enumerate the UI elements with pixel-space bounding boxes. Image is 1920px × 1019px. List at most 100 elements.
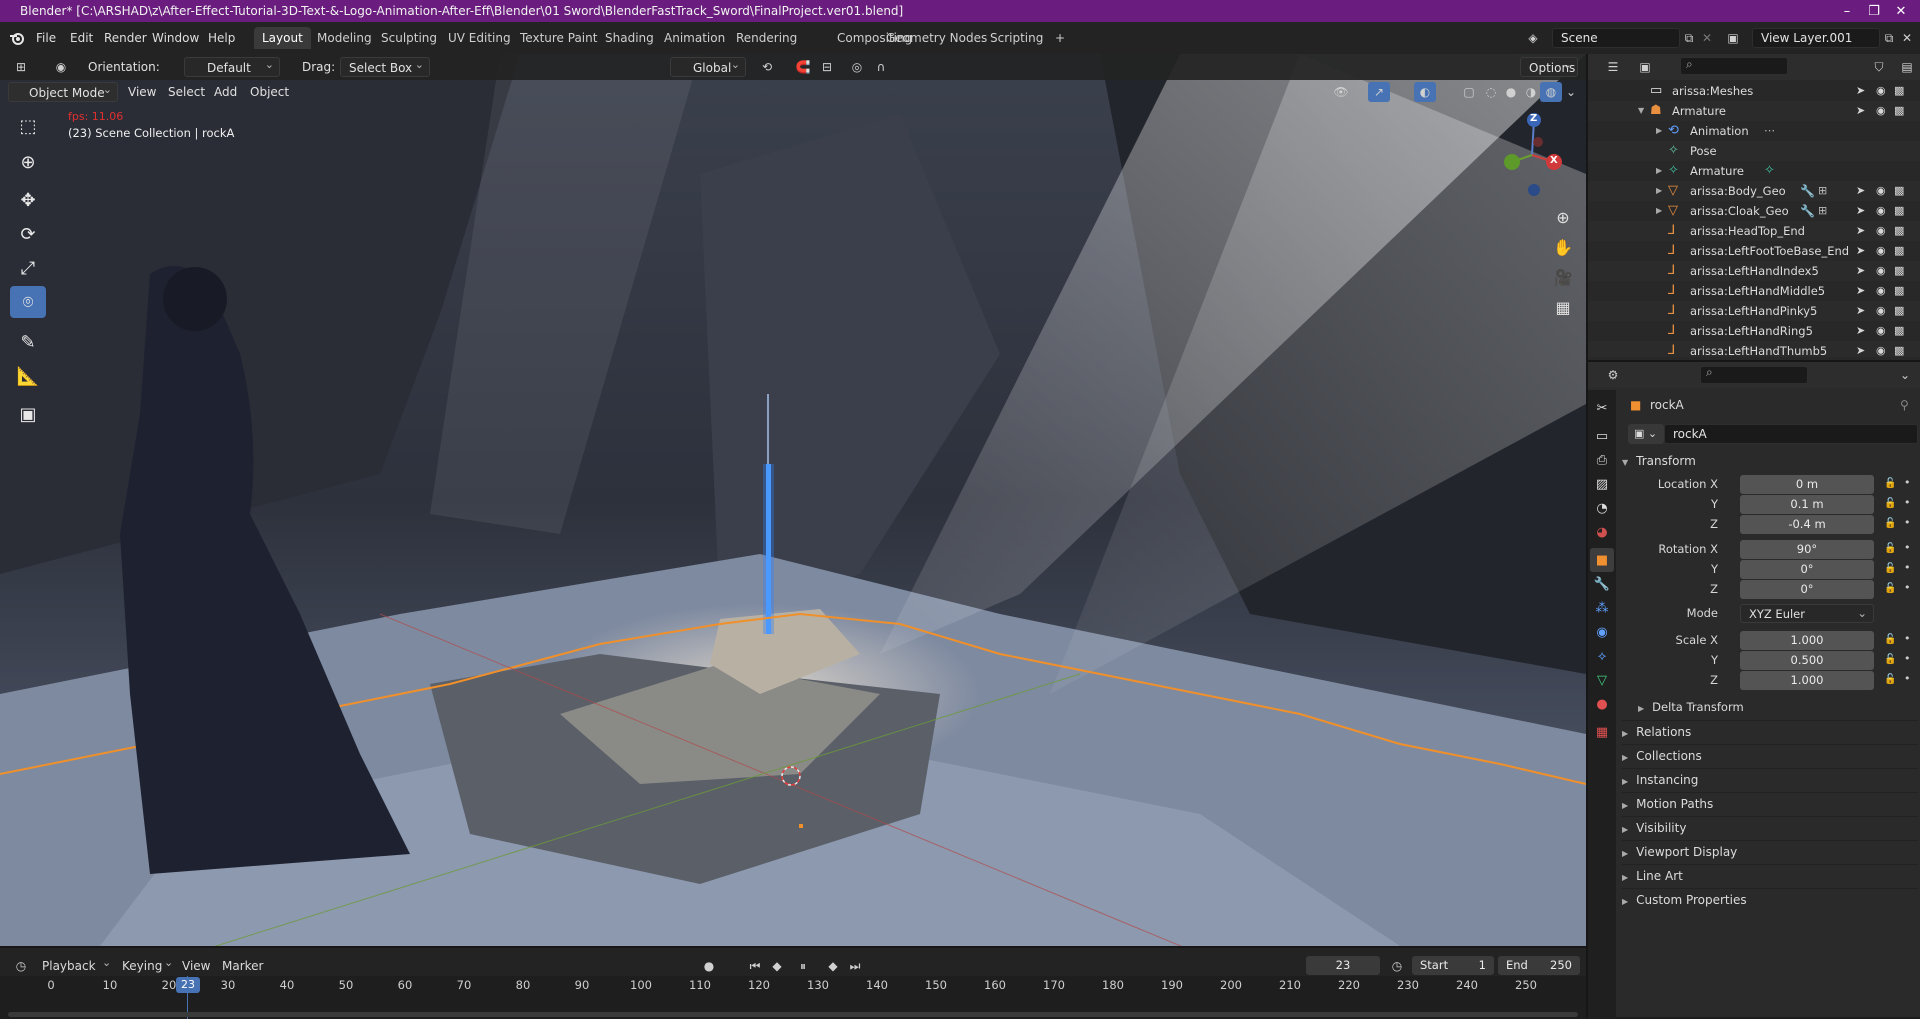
pivot-point-icon[interactable]: ⟲ bbox=[756, 57, 778, 77]
tab-animation[interactable]: Animation bbox=[656, 27, 733, 49]
motion-paths-section[interactable]: ▶ Motion Paths bbox=[1622, 792, 1918, 814]
measure-tool[interactable]: 📐 bbox=[10, 360, 46, 392]
eye-icon[interactable]: ◉ bbox=[1876, 201, 1886, 221]
menu-render[interactable]: Render bbox=[98, 28, 153, 48]
properties-editor-type-icon[interactable]: ⚙ bbox=[1602, 365, 1624, 385]
drag-dropdown[interactable]: Select Box bbox=[340, 55, 430, 77]
transform-section-header[interactable]: ▼ Transform bbox=[1622, 450, 1918, 472]
transform-tool[interactable]: ⌾ bbox=[10, 286, 46, 318]
properties-panel[interactable]: ⚙ ⌕ ⌄ ✂ ▭ ⎙ ▨ ◔ ◕ ■ 🔧 ⁂ ◉ ⟡ ▽ ● ▦ ■ rock… bbox=[1586, 360, 1920, 1019]
tab-scripting[interactable]: Scripting bbox=[982, 27, 1051, 49]
tab-sculpting[interactable]: Sculpting bbox=[373, 27, 445, 49]
object-name-field[interactable]: rockA bbox=[1664, 424, 1918, 444]
jump-prev-keyframe-icon[interactable]: ◆ bbox=[766, 956, 788, 976]
instancing-section[interactable]: ▶ Instancing bbox=[1622, 768, 1918, 790]
end-frame-field[interactable]: End 250 bbox=[1498, 956, 1580, 975]
eye-icon[interactable]: ◉ bbox=[1876, 221, 1886, 241]
select-arrow-icon[interactable]: ➤ bbox=[1856, 221, 1865, 241]
select-arrow-icon[interactable]: ➤ bbox=[1856, 301, 1865, 321]
rotation-z-field[interactable]: 0° bbox=[1740, 580, 1874, 599]
keyframe-dot-icon[interactable]: • bbox=[1904, 541, 1911, 554]
lock-icon[interactable]: 🔓 bbox=[1884, 583, 1896, 594]
jump-start-icon[interactable]: ⏮ bbox=[744, 956, 766, 976]
display-mode-icon[interactable]: ▣ bbox=[1634, 57, 1656, 77]
collapse-arrow-icon[interactable]: ▼ bbox=[1638, 101, 1644, 121]
menu-keying[interactable]: Keying bbox=[122, 956, 162, 976]
select-arrow-icon[interactable]: ➤ bbox=[1856, 321, 1865, 341]
annotate-tool[interactable]: ✎ bbox=[10, 326, 46, 358]
outliner-row[interactable]: ▶ ✧ Armature ✧ bbox=[1588, 161, 1920, 181]
close-button[interactable]: ✕ bbox=[1878, 0, 1920, 22]
camera-render-icon[interactable]: ▩ bbox=[1894, 201, 1904, 221]
tab-modeling[interactable]: Modeling bbox=[309, 27, 380, 49]
viewport-scene-render[interactable] bbox=[0, 54, 1586, 946]
jump-end-icon[interactable]: ⏭ bbox=[844, 956, 866, 976]
outliner-row[interactable]: ⅃ arissa:LeftFootToeBase_End ➤ ◉ ▩ bbox=[1588, 241, 1920, 261]
tab-geometry-nodes[interactable]: Geometry Nodes bbox=[878, 27, 995, 49]
eye-icon[interactable]: ◉ bbox=[1876, 181, 1886, 201]
delta-transform-subpanel[interactable]: ▶ Delta Transform bbox=[1638, 696, 1918, 718]
add-workspace-button[interactable]: + bbox=[1047, 27, 1073, 49]
proportional-edit-icon[interactable]: ◎ bbox=[846, 57, 868, 77]
particles-tab-icon[interactable]: ⁂ bbox=[1590, 596, 1614, 620]
lock-icon[interactable]: 🔓 bbox=[1884, 654, 1896, 665]
keyframe-dot-icon[interactable]: • bbox=[1904, 561, 1911, 574]
visibility-section[interactable]: ▶ Visibility bbox=[1622, 816, 1918, 838]
eye-icon[interactable]: ◉ bbox=[1876, 281, 1886, 301]
camera-view-icon[interactable]: 🎥 bbox=[1550, 264, 1576, 290]
keyframe-dot-icon[interactable]: • bbox=[1904, 476, 1911, 489]
pin-icon[interactable]: ⚲ bbox=[1900, 398, 1909, 412]
select-arrow-icon[interactable]: ➤ bbox=[1856, 341, 1865, 357]
timeline-panel[interactable]: ◷ Playback ⌄ Keying ⌄ View Marker ● ⏮ ◆ … bbox=[0, 946, 1586, 1019]
object-tab-icon[interactable]: ■ bbox=[1590, 548, 1614, 572]
solid-shading-icon[interactable]: ● bbox=[1500, 82, 1522, 102]
camera-render-icon[interactable]: ▩ bbox=[1894, 301, 1904, 321]
scene-name-field[interactable]: Scene bbox=[1552, 28, 1680, 48]
outliner-row[interactable]: ⅃ arissa:LeftHandRing5 ➤ ◉ ▩ bbox=[1588, 321, 1920, 341]
zoom-icon[interactable]: ⊕ bbox=[1550, 204, 1576, 230]
outliner-row[interactable]: ⅃ arissa:LeftHandMiddle5 ➤ ◉ ▩ bbox=[1588, 281, 1920, 301]
menu-edit[interactable]: Edit bbox=[64, 28, 99, 48]
outliner-row[interactable]: ▶ ▽ arissa:Cloak_Geo 🔧 ⊞ ➤ ◉ ▩ bbox=[1588, 201, 1920, 221]
outliner-row[interactable]: ⅃ arissa:LeftHandIndex5 ➤ ◉ ▩ bbox=[1588, 261, 1920, 281]
lock-icon[interactable]: 🔓 bbox=[1884, 543, 1896, 554]
keyframe-dot-icon[interactable]: • bbox=[1904, 632, 1911, 645]
tab-uv-editing[interactable]: UV Editing bbox=[440, 27, 519, 49]
constraints-tab-icon[interactable]: ⟡ bbox=[1590, 644, 1614, 668]
delete-view-layer-icon[interactable]: ✕ bbox=[1896, 28, 1918, 48]
object-mode-dropdown[interactable]: Object Mode bbox=[8, 80, 118, 102]
new-collection-icon[interactable]: ▤ bbox=[1896, 57, 1918, 77]
start-frame-field[interactable]: Start 1 bbox=[1412, 956, 1494, 975]
eye-icon[interactable]: ◉ bbox=[1876, 241, 1886, 261]
add-cube-tool[interactable]: ▣ bbox=[10, 398, 46, 430]
playhead-marker[interactable]: 23 bbox=[176, 977, 200, 993]
record-keyframe-icon[interactable]: ● bbox=[698, 956, 720, 976]
outliner-row[interactable]: ⅃ arissa:HeadTop_End ➤ ◉ ▩ bbox=[1588, 221, 1920, 241]
keyframe-dot-icon[interactable]: • bbox=[1904, 672, 1911, 685]
shading-options-icon[interactable]: ⌄ bbox=[1560, 82, 1582, 102]
lock-icon[interactable]: 🔓 bbox=[1884, 478, 1896, 489]
orientation-dropdown[interactable]: Default bbox=[184, 55, 280, 77]
keyframe-dot-icon[interactable]: • bbox=[1904, 581, 1911, 594]
blender-logo-icon[interactable] bbox=[6, 28, 28, 48]
lock-icon[interactable]: 🔓 bbox=[1884, 674, 1896, 685]
overlay-toggle-icon[interactable]: ◐ bbox=[1414, 82, 1436, 102]
outliner-row[interactable]: ✧ Pose bbox=[1588, 141, 1920, 161]
jump-next-keyframe-icon[interactable]: ◆ bbox=[822, 956, 844, 976]
tab-rendering[interactable]: Rendering bbox=[728, 27, 805, 49]
current-frame-field[interactable]: 23 bbox=[1306, 956, 1380, 975]
camera-render-icon[interactable]: ▩ bbox=[1894, 241, 1904, 261]
tab-layout[interactable]: Layout bbox=[254, 27, 311, 49]
render-tab-icon[interactable]: ▭ bbox=[1590, 424, 1614, 448]
outliner-search-input[interactable] bbox=[1680, 57, 1788, 75]
rotation-x-field[interactable]: 90° bbox=[1740, 540, 1874, 559]
camera-render-icon[interactable]: ▩ bbox=[1894, 101, 1904, 121]
physics-tab-icon[interactable]: ◉ bbox=[1590, 620, 1614, 644]
material-tab-icon[interactable]: ● bbox=[1590, 692, 1614, 716]
material-shading-icon[interactable]: ◑ bbox=[1520, 82, 1542, 102]
eye-icon[interactable]: ◉ bbox=[1876, 81, 1886, 101]
pause-icon[interactable]: ⏸ bbox=[792, 956, 814, 976]
camera-render-icon[interactable]: ▩ bbox=[1894, 321, 1904, 341]
select-arrow-icon[interactable]: ➤ bbox=[1856, 101, 1865, 121]
select-tool[interactable]: ⬚ bbox=[10, 110, 46, 142]
